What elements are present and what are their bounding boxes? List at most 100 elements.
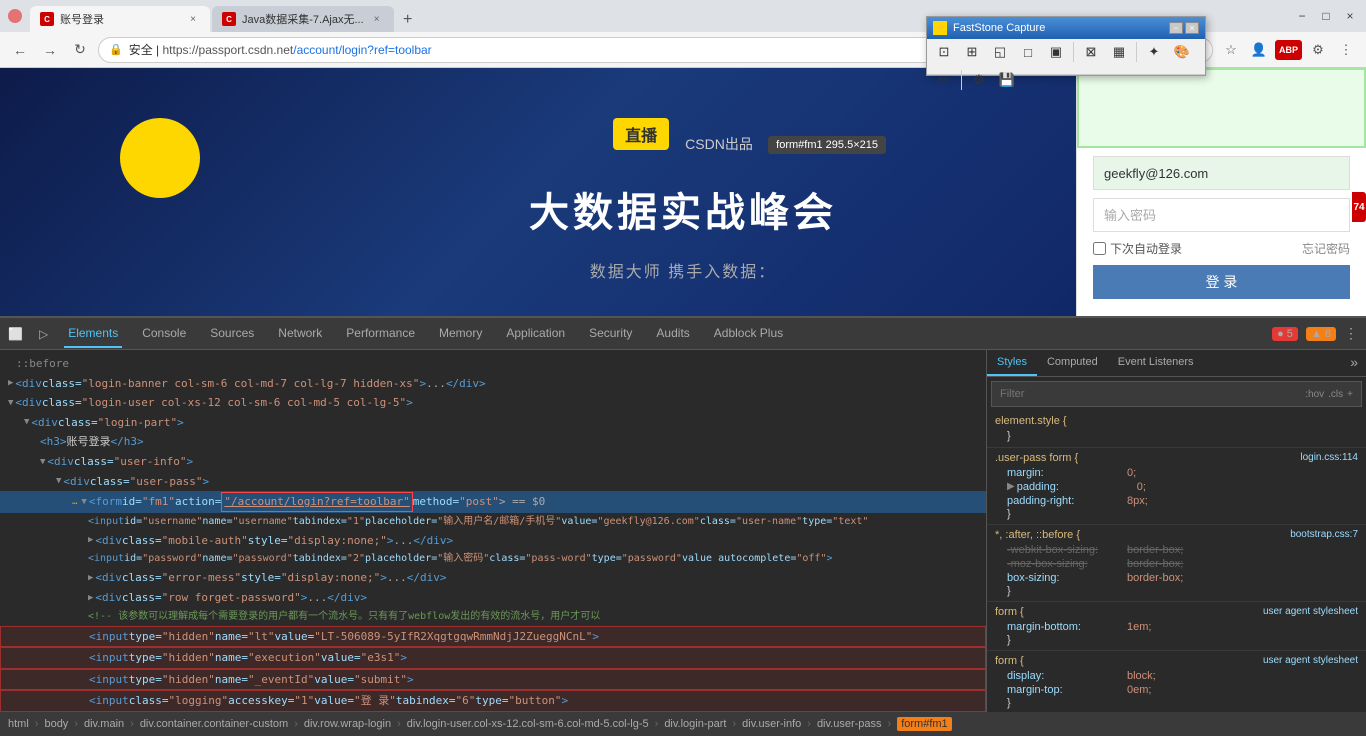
minimize-button[interactable]: − <box>1294 9 1310 23</box>
elements-panel: ::before ▶ <div class= "login-banner col… <box>0 350 986 712</box>
devtools-tab-sources[interactable]: Sources <box>206 320 258 348</box>
maximize-button[interactable]: □ <box>1318 9 1334 23</box>
devtools-tab-network[interactable]: Network <box>274 320 326 348</box>
devtools-tab-audits[interactable]: Audits <box>652 320 693 348</box>
devtools-panel: ⬜ ▷ Elements Console Sources Network Per… <box>0 316 1366 736</box>
remember-checkbox[interactable] <box>1093 242 1106 255</box>
devtools-tab-adblock[interactable]: Adblock Plus <box>710 320 787 348</box>
remember-text: 下次自动登录 <box>1110 240 1182 257</box>
event-title: 大数据实战峰会 <box>529 180 837 238</box>
devtools-tab-memory[interactable]: Memory <box>435 320 486 348</box>
forgot-password-link[interactable]: 忘记密码 <box>1302 240 1350 257</box>
html-line-logging: <input class= "logging" accesskey= "1" v… <box>0 690 986 712</box>
filter-hov[interactable]: :hov <box>1305 389 1324 400</box>
styles-rules-list: element.style { } .user-pass form { logi… <box>987 411 1366 712</box>
browser-frame: C 账号登录 × C Java数据采集-7.Ajax无... × + − □ ×… <box>0 0 1366 736</box>
styles-tab-computed[interactable]: Computed <box>1037 350 1108 376</box>
filter-add[interactable]: + <box>1347 389 1353 400</box>
statusbar-row[interactable]: div.row.wrap-login <box>304 718 391 730</box>
tab-2[interactable]: C Java数据采集-7.Ajax无... × <box>212 6 394 32</box>
tab-2-title: Java数据采集-7.Ajax无... <box>242 11 364 27</box>
devtools-tab-performance[interactable]: Performance <box>342 320 419 348</box>
tab-1-close[interactable]: × <box>186 12 200 26</box>
statusbar-login-part[interactable]: div.login-part <box>664 718 726 730</box>
profile-button[interactable]: 👤 <box>1247 38 1271 62</box>
reload-button[interactable]: ↻ <box>68 38 92 62</box>
fs-tool-settings[interactable]: ⚙ <box>966 67 992 93</box>
fs-tool-capture-window[interactable]: ⊡ <box>931 39 957 65</box>
statusbar-user-info[interactable]: div.user-info <box>742 718 801 730</box>
secure-icon: 🔒 <box>109 43 123 56</box>
tab-1[interactable]: C 账号登录 × <box>30 6 210 32</box>
fs-tool-capture-region[interactable]: ◱ <box>987 39 1013 65</box>
nav-actions: ☆ 👤 ABP ⚙ ⋮ <box>1219 38 1358 62</box>
fs-tool-color-picker[interactable]: 🎨 <box>1169 39 1195 65</box>
faststone-app-icon: ⚡ <box>933 21 947 35</box>
page-and-devtools: 直播 CSDN出品 大数据实战峰会 数据大师 携手入数据： form#fm1 2… <box>0 68 1366 736</box>
devtools-tab-elements[interactable]: Elements <box>64 320 122 348</box>
login-options-row: 下次自动登录 忘记密码 <box>1093 240 1350 257</box>
statusbar-user-pass[interactable]: div.user-pass <box>817 718 882 730</box>
styles-tab-event-listeners[interactable]: Event Listeners <box>1108 350 1204 376</box>
fs-tool-capture-freehand[interactable]: ▦ <box>1106 39 1132 65</box>
faststone-minimize[interactable]: − <box>1169 22 1183 34</box>
style-prop: -webkit-box-sizing: border-box; <box>995 543 1358 557</box>
fs-tool-capture-fullscreen[interactable]: □ <box>1015 39 1041 65</box>
devtools-tab-application[interactable]: Application <box>502 320 569 348</box>
back-button[interactable]: ← <box>8 38 32 62</box>
faststone-toolbar: ⊡ ⊞ ◱ □ ▣ ⊠ ▦ ✦ 🎨 ✏ ⚙ 💾 <box>927 39 1205 75</box>
style-selector: element.style { <box>995 415 1358 427</box>
style-selector: form { user agent stylesheet <box>995 606 1358 618</box>
style-prop: margin-top: 0em; <box>995 683 1358 697</box>
fs-tool-capture-object[interactable]: ⊞ <box>959 39 985 65</box>
styles-filter-input[interactable] <box>1000 388 1301 400</box>
styles-more[interactable]: » <box>1342 350 1366 376</box>
statusbar-container[interactable]: div.container.container-custom <box>140 718 288 730</box>
style-prop: margin: 0; <box>995 466 1358 480</box>
style-rule-userpass: .user-pass form { login.css:114 margin: … <box>987 448 1366 525</box>
statusbar-form[interactable]: form#fm1 <box>897 717 951 731</box>
fs-tool-save[interactable]: 💾 <box>994 67 1020 93</box>
close-button[interactable]: × <box>1342 9 1358 23</box>
html-line-selected[interactable]: … ▼ <form id= "fm1" action= "/account/lo… <box>0 491 986 513</box>
login-button[interactable]: 登 录 <box>1093 265 1350 299</box>
style-selector: *, :after, ::before { bootstrap.css:7 <box>995 529 1358 541</box>
filter-cls[interactable]: .cls <box>1328 389 1343 400</box>
extensions-button[interactable]: ⚙ <box>1306 38 1330 62</box>
fs-tool-capture-scroll[interactable]: ▣ <box>1043 39 1069 65</box>
style-selector: form { user agent stylesheet <box>995 655 1358 667</box>
devtools-tab-security[interactable]: Security <box>585 320 636 348</box>
style-source: user agent stylesheet <box>1263 606 1358 617</box>
live-badge: 直播 <box>613 118 669 150</box>
statusbar-divmain[interactable]: div.main <box>84 718 124 730</box>
style-prop: ▶ padding: 0; <box>995 480 1358 494</box>
fs-tool-draw[interactable]: ✏ <box>931 67 957 93</box>
fs-tool-capture-menu[interactable]: ⊠ <box>1078 39 1104 65</box>
fs-tool-star[interactable]: ✦ <box>1141 39 1167 65</box>
devtools-settings[interactable]: ⋮ <box>1344 325 1358 342</box>
faststone-close[interactable]: × <box>1185 22 1199 34</box>
bookmark-button[interactable]: ☆ <box>1219 38 1243 62</box>
address-suffix: /account/login?ref=toolbar <box>293 43 431 57</box>
forward-button[interactable]: → <box>38 38 62 62</box>
tab-2-close[interactable]: × <box>370 12 384 26</box>
html-line-hidden-exec: <input type= "hidden" name= "execution" … <box>0 647 986 669</box>
faststone-window-controls: − × <box>1169 22 1199 34</box>
username-input[interactable] <box>1093 156 1350 190</box>
browser-content: 直播 CSDN出品 大数据实战峰会 数据大师 携手入数据： form#fm1 2… <box>0 68 1366 736</box>
devtools-tab-console[interactable]: Console <box>138 320 190 348</box>
style-prop: -moz-box-sizing: border-box; <box>995 557 1358 571</box>
username-field-container <box>1093 156 1350 190</box>
adblock-button[interactable]: ABP <box>1275 40 1302 60</box>
menu-button[interactable]: ⋮ <box>1334 38 1358 62</box>
new-tab-button[interactable]: + <box>396 8 420 32</box>
statusbar-html[interactable]: html <box>8 718 29 730</box>
moon-decoration <box>120 118 200 198</box>
devtools-body: ::before ▶ <div class= "login-banner col… <box>0 350 1366 712</box>
close-window-button[interactable] <box>8 9 22 23</box>
style-prop: margin-bottom: 1em; <box>995 620 1358 634</box>
password-input[interactable] <box>1093 198 1350 232</box>
styles-tab-styles[interactable]: Styles <box>987 350 1037 376</box>
statusbar-body[interactable]: body <box>44 718 68 730</box>
statusbar-login-user[interactable]: div.login-user.col-xs-12.col-sm-6.col-md… <box>407 718 649 730</box>
